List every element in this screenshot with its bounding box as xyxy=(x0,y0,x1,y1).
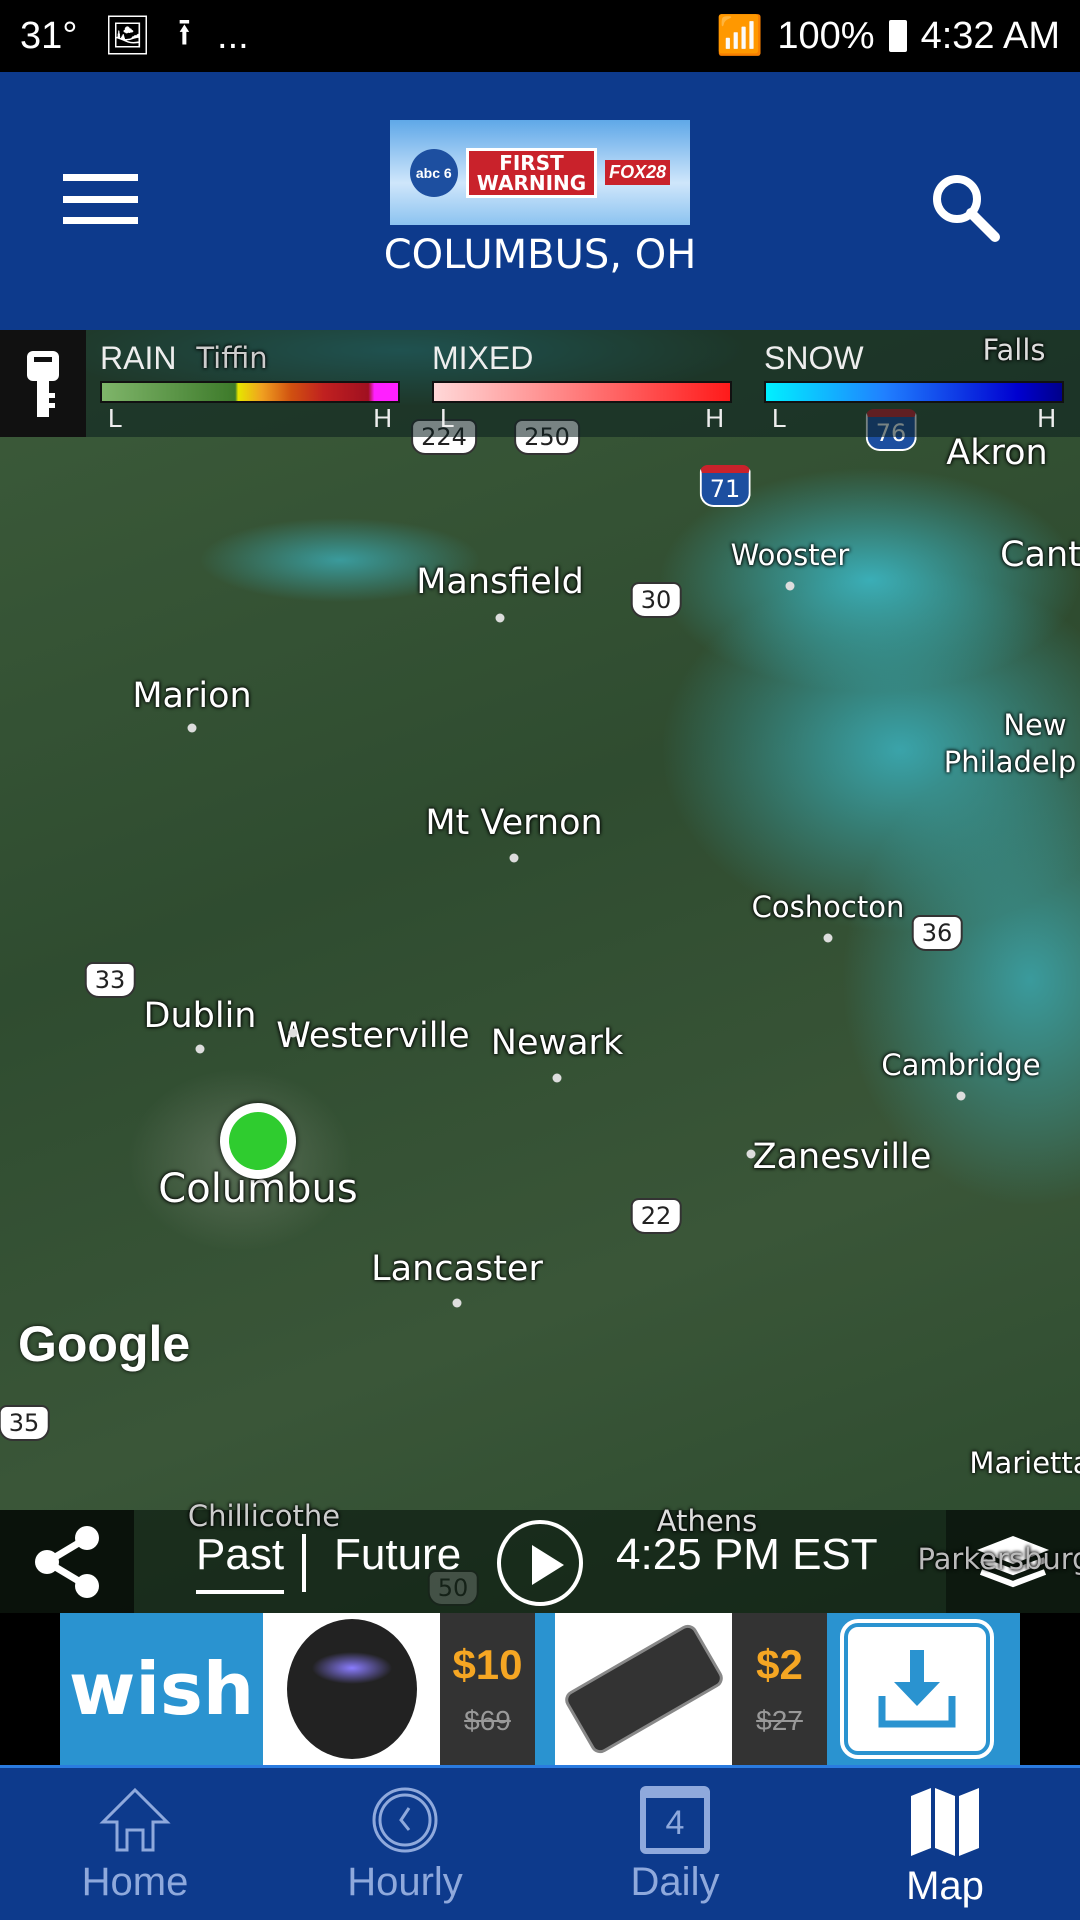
city-label: Cant xyxy=(1000,535,1080,575)
highway-shield: 22 xyxy=(630,1198,682,1234)
radar-legend: RAIN LH MIXED LH SNOW LH xyxy=(0,330,1080,437)
fox28-logo: FOX28 xyxy=(605,160,671,185)
price-tag: $2 $27 xyxy=(732,1613,827,1765)
upload-icon: ⭱ xyxy=(177,11,192,54)
city-label: Akron xyxy=(946,433,1048,473)
search-icon[interactable] xyxy=(925,167,1005,247)
clock-icon xyxy=(372,1787,438,1853)
nav-hourly[interactable]: Hourly xyxy=(270,1768,540,1920)
nav-home[interactable]: Home xyxy=(0,1768,270,1920)
battery-icon xyxy=(888,20,907,52)
google-logo: Google xyxy=(18,1316,191,1372)
nav-daily[interactable]: 4 Daily xyxy=(540,1768,810,1920)
city-label: Cambridge xyxy=(881,1048,1041,1082)
highway-shield: 35 xyxy=(0,1405,50,1441)
city-label: Philadelp xyxy=(943,745,1077,779)
first-warning-logo: FIRST WARNING xyxy=(465,147,598,198)
radar-map[interactable]: Tiffin Falls Akron Wooster Cant Mansfiel… xyxy=(0,330,1080,1613)
clock: 4:32 AM xyxy=(920,14,1060,57)
legend-mixed: MIXED LH xyxy=(432,340,732,434)
calendar-icon: 4 xyxy=(640,1786,710,1854)
wish-logo: wish xyxy=(60,1613,263,1765)
home-icon xyxy=(99,1787,171,1852)
tab-past[interactable]: Past xyxy=(196,1530,285,1594)
current-location-marker[interactable] xyxy=(220,1103,296,1179)
product-image-speaker xyxy=(263,1613,440,1765)
city-label: Coshocton xyxy=(751,890,905,924)
download-icon[interactable] xyxy=(827,1613,1007,1765)
city-label: Lancaster xyxy=(371,1249,543,1289)
city-label: Wooster xyxy=(730,538,850,572)
nav-map[interactable]: Map xyxy=(810,1768,1080,1920)
app-header: abc 6 FIRST WARNING FOX28 COLUMBUS, OH xyxy=(0,72,1080,330)
city-label: Westerville xyxy=(276,1016,470,1056)
location-title: COLUMBUS, OH xyxy=(383,232,697,278)
menu-icon[interactable] xyxy=(63,174,138,224)
city-label: New xyxy=(1003,708,1067,742)
status-bar: 31° 🖼 ⭱ ... 📶 100% 4:32 AM xyxy=(0,0,1080,72)
share-icon[interactable] xyxy=(0,1510,134,1613)
city-label: Parkersburg xyxy=(917,1542,1080,1576)
key-icon[interactable] xyxy=(0,330,86,437)
city-label: Athens xyxy=(656,1504,758,1538)
battery-percent: 100% xyxy=(777,14,875,57)
station-logo: abc 6 FIRST WARNING FOX28 xyxy=(390,120,690,225)
city-label: Newark xyxy=(490,1023,624,1063)
highway-shield: 33 xyxy=(84,962,136,998)
city-label: Marietta xyxy=(969,1446,1080,1480)
city-label: Marion xyxy=(132,676,252,716)
interstate-shield: 71 xyxy=(699,465,751,507)
divider xyxy=(302,1534,306,1592)
price-tag: $10 $69 xyxy=(440,1613,535,1765)
city-label: Dublin xyxy=(143,996,257,1036)
city-label: Zanesville xyxy=(752,1137,932,1177)
temperature: 31° xyxy=(20,14,78,57)
city-label: Falls xyxy=(982,333,1046,367)
city-label: Mansfield xyxy=(416,562,584,602)
highway-shield: 30 xyxy=(630,582,682,618)
ad-banner[interactable]: wish $10 $69 $2 $27 xyxy=(60,1613,1020,1765)
city-label: Tiffin xyxy=(196,341,268,375)
bottom-nav: Home Hourly 4 Daily Map xyxy=(0,1765,1080,1920)
city-label: Chillicothe xyxy=(187,1499,341,1533)
city-label: Mt Vernon xyxy=(425,803,603,843)
highway-shield: 36 xyxy=(911,915,963,951)
play-button[interactable] xyxy=(497,1520,583,1606)
more-icon: ... xyxy=(217,14,249,57)
wifi-icon: 📶 xyxy=(716,15,764,57)
abc6-logo: abc 6 xyxy=(409,148,458,197)
product-image-lens xyxy=(555,1613,732,1765)
image-icon: 🖼 xyxy=(103,15,152,57)
map-icon xyxy=(911,1788,979,1856)
tab-future[interactable]: Future xyxy=(334,1530,461,1580)
